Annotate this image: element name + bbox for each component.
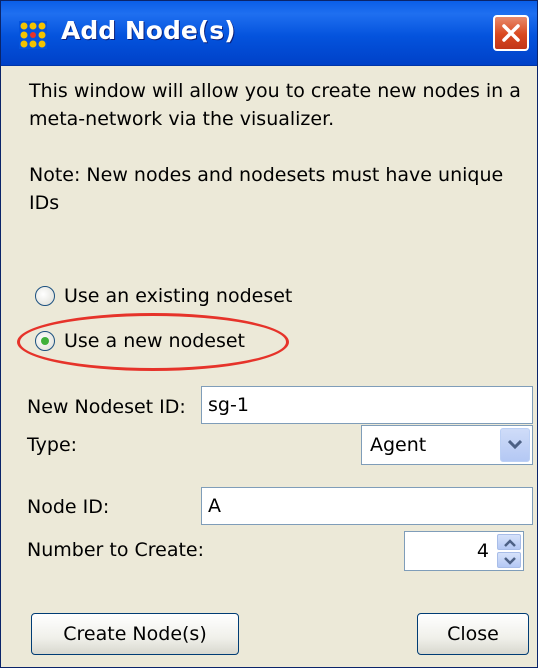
radio-existing-nodeset[interactable]: Use an existing nodeset <box>35 283 292 309</box>
close-icon <box>502 24 520 42</box>
window-title: Add Node(s) <box>61 16 236 45</box>
node-id-input[interactable] <box>201 487 533 525</box>
node-id-label: Node ID: <box>27 496 110 518</box>
chevron-up-icon <box>504 539 516 547</box>
radio-label-existing: Use an existing nodeset <box>64 285 293 307</box>
number-to-create-label: Number to Create: <box>27 539 205 561</box>
nodeset-id-input[interactable] <box>201 386 533 424</box>
network-nodes-icon <box>19 21 47 49</box>
close-button[interactable]: Close <box>417 613 529 655</box>
dropdown-button[interactable] <box>500 428 530 462</box>
decrement-button[interactable] <box>497 552 521 568</box>
number-to-create-value: 4 <box>476 540 489 562</box>
radio-label-new: Use a new nodeset <box>64 330 245 352</box>
chevron-down-icon <box>508 440 522 450</box>
note-text: Note: New nodes and nodesets must have u… <box>29 164 504 214</box>
number-to-create-spinner[interactable]: 4 <box>404 531 524 571</box>
type-label: Type: <box>27 434 78 456</box>
close-window-button[interactable] <box>493 15 529 51</box>
chevron-down-icon <box>504 557 516 565</box>
type-select[interactable]: Agent <box>361 425 533 465</box>
radio-button-new[interactable] <box>35 331 55 351</box>
radio-button-existing[interactable] <box>35 286 55 306</box>
increment-button[interactable] <box>497 534 521 550</box>
title-bar[interactable]: Add Node(s) <box>1 1 537 66</box>
type-select-value: Agent <box>370 434 427 456</box>
radio-new-nodeset[interactable]: Use a new nodeset <box>35 328 245 354</box>
nodeset-id-label: New Nodeset ID: <box>27 396 186 418</box>
description-text: This window will allow you to create new… <box>29 80 521 130</box>
create-nodes-button[interactable]: Create Node(s) <box>31 613 239 655</box>
spinner-buttons <box>497 534 521 568</box>
add-nodes-dialog: Add Node(s) This window will allow you t… <box>0 0 538 668</box>
